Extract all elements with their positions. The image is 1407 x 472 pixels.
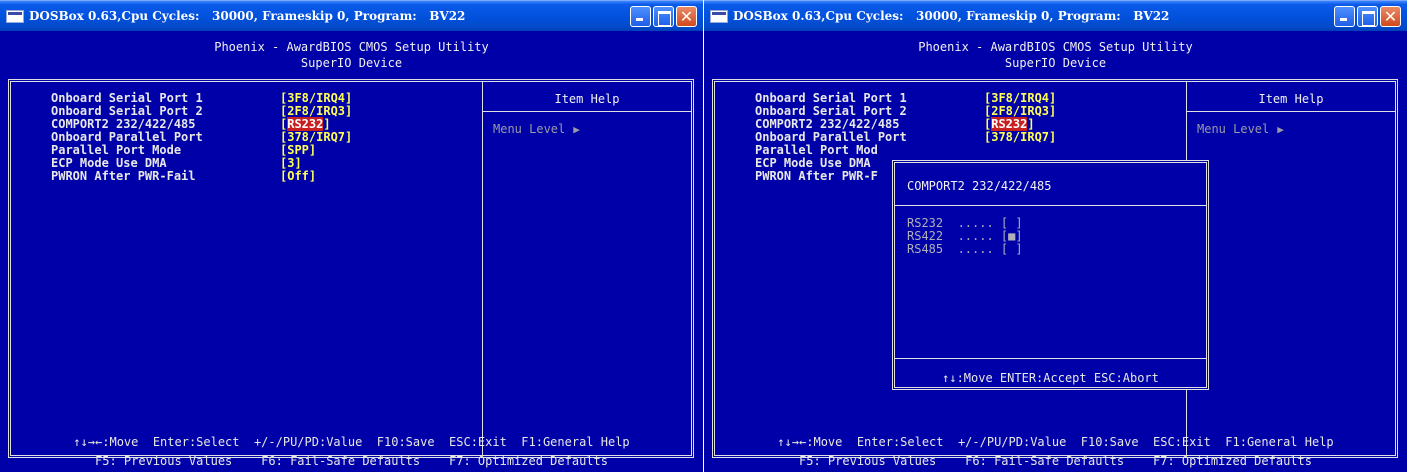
bios-header-title: Phoenix - AwardBIOS CMOS Setup Utility [918,40,1193,54]
window-title: DOSBox 0.63,Cpu Cycles: 30000, Frameskip… [29,9,466,23]
maximize-button[interactable] [653,6,674,27]
window-title: DOSBox 0.63,Cpu Cycles: 30000, Frameskip… [733,9,1170,23]
close-button[interactable]: ✕ [676,6,697,27]
item-help-title: Item Help [554,92,620,106]
option-checkbox-checked: [■] [993,229,1023,243]
footer-keys-line2: F5: Previous Values F6: Fail-Safe Defaul… [799,454,1312,468]
setting-label-pwron-after-fail[interactable]: PWRON After PWR-F [755,170,907,183]
menu-level-indicator: Menu Level ▶ [1197,122,1284,136]
menu-level-indicator: Menu Level ▶ [493,122,580,136]
dosbox-window-left: DOSBox 0.63,Cpu Cycles: 30000, Frameskip… [0,0,703,472]
triangle-right-icon: ▶ [1277,123,1284,136]
popup-divider-top [895,205,1206,206]
help-divider [483,111,691,112]
item-help-title: Item Help [1258,92,1324,106]
dosbox-app-icon[interactable] [710,10,728,23]
setting-labels: Onboard Serial Port 1 Onboard Serial Por… [755,92,907,183]
option-checkbox: [ ] [993,242,1023,256]
selected-value-highlight: RS232 [991,117,1028,131]
bios-screen: Phoenix - AwardBIOS CMOS Setup Utility S… [704,31,1407,472]
popup-title: COMPORT2 232/422/485 [907,179,1052,193]
close-icon: ✕ [1383,7,1398,26]
setting-labels: Onboard Serial Port 1 Onboard Serial Por… [51,92,203,183]
bios-page-title: SuperIO Device [300,56,403,70]
bios-screen: Phoenix - AwardBIOS CMOS Setup Utility S… [0,31,703,472]
panel-divider [482,82,483,455]
popup-key-hint: ↑↓:Move ENTER:Accept ESC:Abort [942,371,1159,385]
footer-keys-line2: F5: Previous Values F6: Fail-Safe Defaul… [95,454,608,468]
minimize-button[interactable] [630,6,651,27]
dosbox-window-right: DOSBox 0.63,Cpu Cycles: 30000, Frameskip… [704,0,1407,472]
selected-value-highlight: RS232 [287,117,324,131]
setting-value-pwron-after-fail[interactable]: [Off] [280,170,352,183]
bios-header-title: Phoenix - AwardBIOS CMOS Setup Utility [214,40,489,54]
close-icon: ✕ [679,7,694,26]
footer-keys-line1: ↑↓→←:Move Enter:Select +/-/PU/PD:Value F… [777,435,1334,449]
popup-option-rs485[interactable]: RS485 ..... [ ] [907,243,1023,256]
option-select-popup: COMPORT2 232/422/485 RS232 ..... [ ] RS4… [892,160,1209,390]
window-titlebar[interactable]: DOSBox 0.63,Cpu Cycles: 30000, Frameskip… [704,0,1407,31]
popup-divider-bottom [895,358,1206,359]
setting-values: [3F8/IRQ4] [2F8/IRQ3] [RS232] [378/IRQ7]… [280,92,352,183]
setting-value-parallel-port[interactable]: [378/IRQ7] [984,131,1056,144]
window-titlebar[interactable]: DOSBox 0.63,Cpu Cycles: 30000, Frameskip… [0,0,703,31]
maximize-button[interactable] [1357,6,1378,27]
popup-options: RS232 ..... [ ] RS422 ..... [■] RS485 ..… [907,217,1023,256]
minimize-button[interactable] [1334,6,1355,27]
close-button[interactable]: ✕ [1380,6,1401,27]
settings-panel: Onboard Serial Port 1 Onboard Serial Por… [8,79,694,458]
dosbox-app-icon[interactable] [6,10,24,23]
setting-label-pwron-after-fail[interactable]: PWRON After PWR-Fail [51,170,203,183]
help-divider [1187,111,1395,112]
bios-page-title: SuperIO Device [1004,56,1107,70]
triangle-right-icon: ▶ [573,123,580,136]
setting-values: [3F8/IRQ4] [2F8/IRQ3] [RS232] [378/IRQ7] [984,92,1056,144]
option-checkbox: [ ] [993,216,1023,230]
footer-keys-line1: ↑↓→←:Move Enter:Select +/-/PU/PD:Value F… [73,435,630,449]
